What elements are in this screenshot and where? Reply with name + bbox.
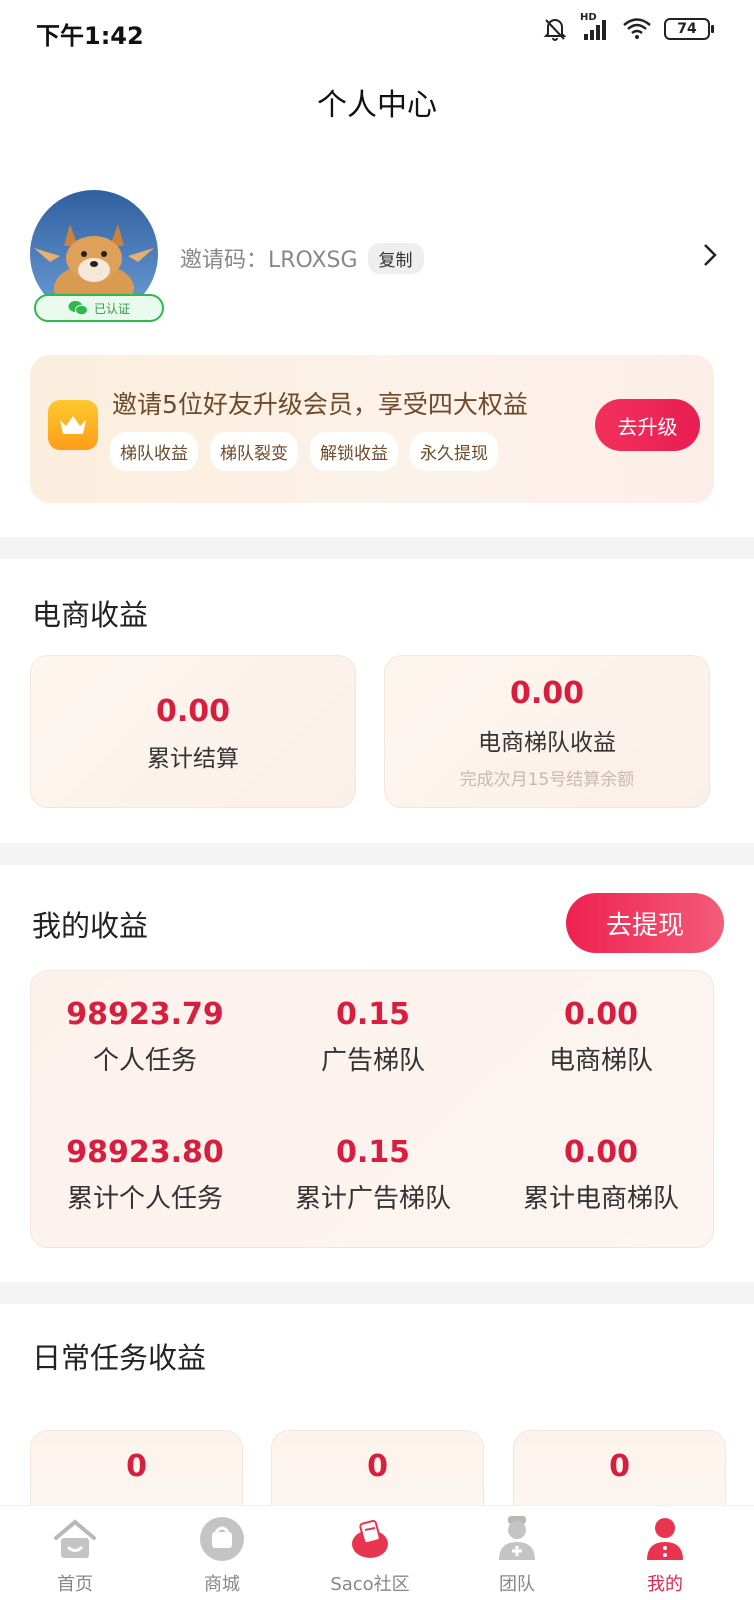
ecommerce-tier-label: 电商梯队收益	[478, 730, 616, 756]
earning-value: 0.00	[563, 997, 639, 1032]
home-icon	[54, 1519, 96, 1558]
earning-item[interactable]: 0.15 广告梯队	[259, 997, 487, 1077]
ecommerce-settled-value: 0.00	[155, 694, 231, 729]
earnings-card: 98923.79 个人任务 0.15 广告梯队 0.00 电商梯队 98923.…	[30, 970, 714, 1248]
tab-label: 我的	[647, 1574, 683, 1595]
tab-team[interactable]: 团队	[442, 1514, 592, 1596]
verified-label: 已认证	[93, 301, 130, 316]
team-icon	[499, 1516, 535, 1560]
earning-item[interactable]: 98923.79 个人任务	[31, 997, 259, 1077]
wifi-icon	[623, 18, 651, 39]
status-time: 下午1:42	[36, 22, 144, 50]
section-divider	[0, 537, 754, 559]
earning-value: 0.00	[563, 1135, 639, 1170]
ecommerce-title: 电商收益	[32, 598, 149, 632]
upgrade-banner: 邀请5位好友升级会员，享受四大权益 梯队收益 梯队裂变 解锁收益 永久提现 去升…	[30, 355, 714, 503]
my-earnings-title: 我的收益	[32, 909, 149, 943]
ecommerce-settled-label: 累计结算	[147, 746, 239, 772]
tab-profile[interactable]: 我的	[590, 1514, 740, 1596]
earning-label: 电商梯队	[548, 1046, 653, 1076]
daily-value: 0	[367, 1449, 388, 1484]
status-bar: 下午1:42 HD 74	[0, 0, 754, 62]
tab-label: 团队	[499, 1574, 535, 1595]
ecommerce-tier-value: 0.00	[509, 676, 585, 711]
earning-label: 广告梯队	[320, 1046, 425, 1076]
crown-icon	[48, 400, 98, 450]
tab-home[interactable]: 首页	[0, 1514, 150, 1596]
earning-value: 0.15	[335, 997, 411, 1032]
profile-icon	[647, 1518, 683, 1560]
page-title: 个人中心	[317, 88, 437, 123]
perk-tag: 解锁收益	[310, 432, 398, 471]
profile-header[interactable]: 已认证 邀请码：LROXSG 复制	[30, 190, 730, 330]
perk-tag: 梯队收益	[110, 432, 198, 471]
verified-badge: 已认证	[34, 294, 164, 322]
earning-item[interactable]: 0.15 累计广告梯队	[259, 1135, 487, 1215]
earning-value: 98923.79	[66, 997, 224, 1032]
invite-row: 邀请码：LROXSG 复制	[180, 242, 424, 274]
perk-tag: 梯队裂变	[210, 432, 298, 471]
ecommerce-settled-card[interactable]: 0.00 累计结算	[30, 655, 356, 808]
tab-community[interactable]: Saco社区	[295, 1514, 445, 1596]
bell-muted-icon	[543, 19, 567, 41]
earning-value: 98923.80	[66, 1135, 224, 1170]
upgrade-button[interactable]: 去升级	[595, 399, 700, 451]
tab-label: 首页	[57, 1574, 93, 1595]
chevron-right-icon[interactable]	[700, 240, 720, 270]
tab-label: 商城	[204, 1574, 240, 1595]
section-divider	[0, 1282, 754, 1304]
earning-label: 累计广告梯队	[294, 1184, 451, 1214]
withdraw-button[interactable]: 去提现	[566, 893, 724, 953]
community-icon	[352, 1519, 388, 1558]
copy-button[interactable]: 复制	[367, 242, 424, 274]
earning-label: 个人任务	[92, 1046, 197, 1076]
earning-item[interactable]: 0.00 累计电商梯队	[487, 1135, 715, 1215]
daily-value: 0	[126, 1449, 147, 1484]
shop-icon	[200, 1517, 244, 1561]
bottom-tab-bar: 首页 商城 Saco社区 团队 我的	[0, 1505, 754, 1600]
section-divider	[0, 843, 754, 865]
invite-code: 邀请码：LROXSG	[180, 248, 358, 273]
wechat-icon	[68, 301, 88, 316]
earning-item[interactable]: 98923.80 累计个人任务	[31, 1135, 259, 1215]
earning-value: 0.15	[335, 1135, 411, 1170]
perk-tag: 永久提现	[410, 432, 498, 471]
signal-icon: HD	[580, 12, 610, 42]
ecommerce-tier-card[interactable]: 0.00 电商梯队收益 完成次月15号结算余额	[384, 655, 710, 808]
earning-label: 累计个人任务	[66, 1184, 223, 1214]
earning-label: 累计电商梯队	[522, 1184, 679, 1214]
daily-value: 0	[609, 1449, 630, 1484]
ecommerce-tier-note: 完成次月15号结算余额	[459, 770, 635, 790]
earning-item[interactable]: 0.00 电商梯队	[487, 997, 715, 1077]
perk-list: 梯队收益 梯队裂变 解锁收益 永久提现	[110, 432, 498, 471]
upgrade-title: 邀请5位好友升级会员，享受四大权益	[112, 390, 528, 419]
battery-indicator: 74	[664, 18, 714, 40]
tab-label: Saco社区	[330, 1574, 410, 1595]
tab-shop[interactable]: 商城	[147, 1514, 297, 1596]
daily-title: 日常任务收益	[32, 1341, 207, 1375]
status-icons: HD 74	[542, 12, 714, 42]
